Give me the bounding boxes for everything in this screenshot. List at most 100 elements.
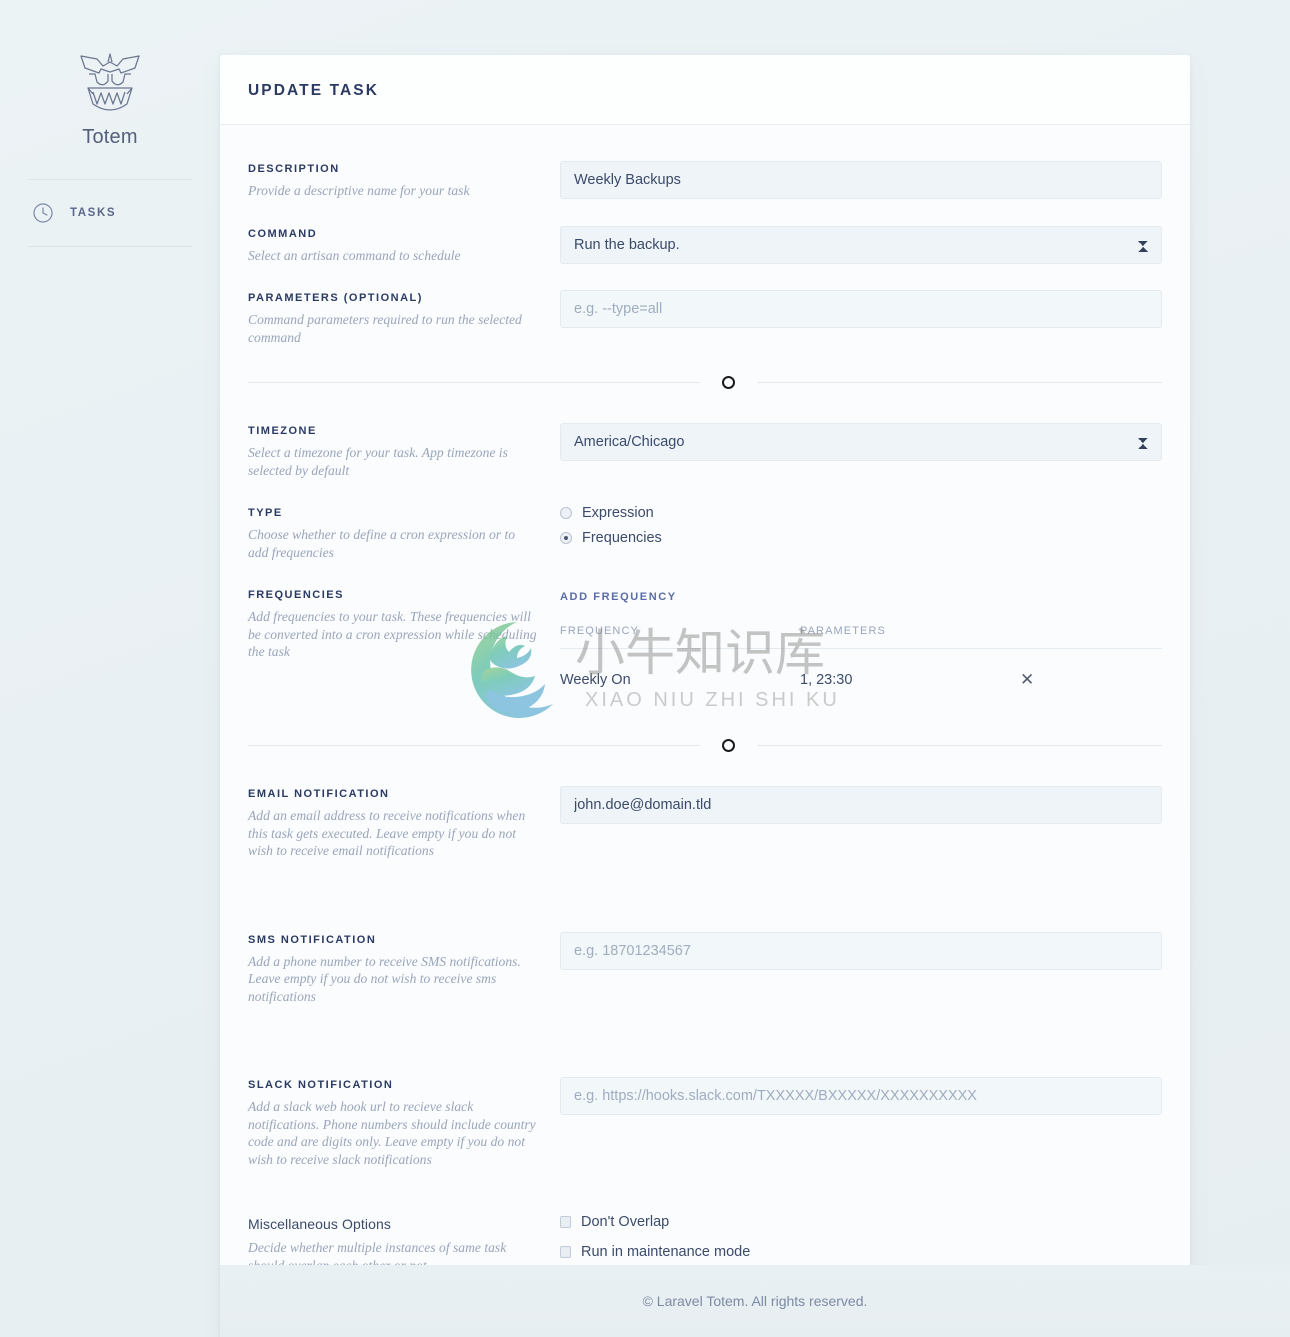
brand[interactable]: Totem — [75, 48, 145, 149]
checkbox-dont-overlap[interactable]: Don't Overlap — [560, 1214, 1162, 1230]
copyright-text: © Laravel Totem. All rights reserved. — [642, 1293, 868, 1309]
frequencies-label: Frequencies — [248, 589, 344, 601]
circle-divider-icon — [722, 376, 735, 389]
divider-line-left-2 — [248, 745, 700, 746]
circle-divider-icon-2 — [722, 739, 735, 752]
timezone-label: Timezone — [248, 425, 317, 437]
frequencies-field-wrap: Add Frequency Frequency Parameters — [560, 587, 1162, 709]
main-content: Update Task Description Provide a descri… — [220, 0, 1290, 1337]
cell-parameters: 1, 23:30 — [800, 672, 853, 688]
type-label: Type — [248, 507, 283, 519]
section-divider-2 — [248, 739, 1162, 752]
section-divider-1 — [248, 376, 1162, 389]
card-header: Update Task — [220, 55, 1190, 125]
checkbox-maintenance-mode-box — [560, 1246, 571, 1258]
clock-icon — [32, 202, 54, 224]
field-row-type: Type Choose whether to define a cron exp… — [248, 505, 1162, 561]
checkbox-maintenance-mode[interactable]: Run in maintenance mode — [560, 1244, 1162, 1260]
table-row: Weekly On 1, 23:30 ✕ — [560, 649, 1162, 710]
page-title: Update Task — [248, 82, 380, 99]
radio-expression[interactable]: Expression — [560, 505, 1162, 521]
type-label-block: Type Choose whether to define a cron exp… — [248, 505, 560, 561]
field-row-parameters: Parameters (Optional) Command parameters… — [248, 290, 1162, 346]
parameters-input[interactable] — [560, 290, 1162, 328]
sms-notification-hint: Add a phone number to receive SMS notifi… — [248, 953, 521, 1004]
field-row-description: Description Provide a descriptive name f… — [248, 161, 1162, 200]
col-actions — [1010, 625, 1162, 649]
frequencies-label-block: Frequencies Add frequencies to your task… — [248, 587, 560, 661]
description-field-wrap — [560, 161, 1162, 199]
timezone-select[interactable]: America/Chicago — [560, 423, 1162, 461]
update-task-card: Update Task Description Provide a descri… — [220, 55, 1190, 1337]
table-header-row: Frequency Parameters — [560, 625, 1162, 649]
command-label-block: Command Select an artisan command to sch… — [248, 226, 560, 265]
radio-expression-dot — [560, 507, 572, 519]
email-field-wrap — [560, 786, 1162, 824]
field-row-sms: SMS Notification Add a phone number to r… — [248, 931, 1162, 1006]
command-hint: Select an artisan command to schedule — [248, 247, 461, 263]
frequencies-table-head: Frequency Parameters — [560, 625, 1162, 649]
parameters-label: Parameters (Optional) — [248, 292, 423, 304]
field-row-slack: Slack Notification Add a slack web hook … — [248, 1077, 1162, 1168]
divider-line-right-2 — [757, 745, 1162, 746]
radio-frequencies[interactable]: Frequencies — [560, 530, 1162, 546]
email-label-block: Email Notification Add an email address … — [248, 786, 560, 860]
sms-notification-label: SMS Notification — [248, 933, 377, 946]
timezone-label-block: Timezone Select a timezone for your task… — [248, 423, 560, 479]
slack-field-wrap — [560, 1077, 1162, 1115]
frequencies-hint: Add frequencies to your task. These freq… — [248, 609, 537, 659]
sms-label-block: SMS Notification Add a phone number to r… — [248, 932, 560, 1006]
sms-notification-input[interactable] — [560, 931, 1162, 970]
checkbox-dont-overlap-label: Don't Overlap — [581, 1214, 670, 1230]
description-label: Description — [248, 163, 340, 175]
col-frequency: Frequency — [560, 625, 800, 649]
divider-line-right — [757, 382, 1162, 383]
field-row-command: Command Select an artisan command to sch… — [248, 225, 1162, 265]
parameters-hint: Command parameters required to run the s… — [248, 312, 522, 345]
type-hint: Choose whether to define a cron expressi… — [248, 527, 516, 560]
radio-frequencies-dot — [560, 532, 572, 544]
timezone-hint: Select a timezone for your task. App tim… — [248, 445, 508, 478]
radio-frequencies-label: Frequencies — [582, 530, 662, 546]
app-root: Totem Tasks Update Task — [0, 0, 1290, 1337]
divider-line-left — [248, 382, 700, 383]
page-footer: © Laravel Totem. All rights reserved. — [220, 1265, 1290, 1337]
card-body: Description Provide a descriptive name f… — [220, 125, 1190, 1337]
command-field-wrap: Run the backup. — [560, 225, 1162, 264]
parameters-field-wrap — [560, 290, 1162, 328]
description-input[interactable] — [560, 161, 1162, 199]
cell-frequency: Weekly On — [560, 672, 631, 688]
misc-options-label: Miscellaneous Options — [248, 1216, 391, 1232]
sidebar: Totem Tasks — [0, 0, 220, 1337]
close-icon[interactable]: ✕ — [1020, 670, 1034, 689]
email-notification-hint: Add an email address to receive notifica… — [248, 808, 526, 858]
parameters-label-block: Parameters (Optional) Command parameters… — [248, 290, 560, 346]
command-select[interactable]: Run the backup. — [560, 225, 1162, 264]
totem-mask-icon — [75, 48, 145, 122]
frequencies-table: Frequency Parameters Weekly On 1, 23:30 — [560, 625, 1162, 709]
sidebar-divider-bottom — [28, 246, 192, 247]
brand-name: Totem — [82, 126, 138, 148]
cell-actions: ✕ — [1010, 649, 1162, 710]
sidebar-item-label: Tasks — [70, 207, 117, 219]
field-row-timezone: Timezone Select a timezone for your task… — [248, 423, 1162, 479]
slack-notification-label: Slack Notification — [248, 1079, 394, 1091]
radio-expression-label: Expression — [582, 505, 654, 521]
description-hint: Provide a descriptive name for your task — [248, 183, 470, 198]
type-field-wrap: Expression Frequencies — [560, 505, 1162, 555]
frequencies-table-body: Weekly On 1, 23:30 ✕ — [560, 649, 1162, 710]
description-label-block: Description Provide a descriptive name f… — [248, 161, 560, 200]
add-frequency-link[interactable]: Add Frequency — [560, 591, 677, 603]
field-row-email: Email Notification Add an email address … — [248, 786, 1162, 860]
slack-notification-hint: Add a slack web hook url to recieve slac… — [248, 1099, 536, 1167]
slack-notification-input[interactable] — [560, 1077, 1162, 1115]
email-notification-label: Email Notification — [248, 788, 390, 800]
checkbox-dont-overlap-box — [560, 1216, 571, 1228]
slack-label-block: Slack Notification Add a slack web hook … — [248, 1077, 560, 1168]
email-notification-input[interactable] — [560, 786, 1162, 824]
checkbox-maintenance-mode-label: Run in maintenance mode — [581, 1244, 751, 1260]
command-label: Command — [248, 227, 318, 240]
sidebar-nav: Tasks — [28, 180, 192, 246]
col-parameters: Parameters — [800, 625, 1010, 649]
sidebar-item-tasks[interactable]: Tasks — [28, 180, 192, 246]
